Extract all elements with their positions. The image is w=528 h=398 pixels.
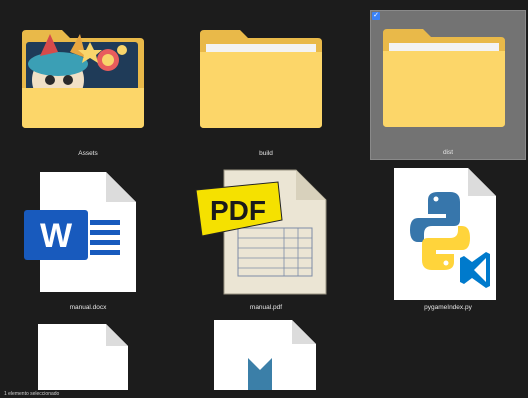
file-tile-blank[interactable] <box>10 322 166 392</box>
pdf-logo-text: PDF <box>210 195 266 226</box>
word-document-icon: W <box>24 172 136 292</box>
folder-icon <box>383 29 505 127</box>
file-tile-dist[interactable]: ✓ dist <box>370 10 526 160</box>
file-name: pygameIndex.py <box>424 304 472 311</box>
blank-file-icon <box>38 324 128 392</box>
file-name: build <box>259 150 273 157</box>
folder-icon <box>200 30 322 128</box>
file-name: manual.pdf <box>249 304 283 311</box>
pdf-document-icon: PDF <box>195 169 327 295</box>
file-tile-download[interactable] <box>188 318 344 392</box>
image-folder-icon <box>22 30 144 128</box>
status-text: 1 elemento seleccionado <box>4 391 60 397</box>
download-file-icon <box>214 320 316 392</box>
file-name: dist <box>442 149 454 156</box>
file-name: manual.docx <box>69 304 107 311</box>
file-tile-pygameindex-py[interactable]: pygameIndex.py <box>370 166 526 316</box>
file-tile-manual-docx[interactable]: W manual.docx <box>10 166 166 316</box>
file-name: Assets <box>78 150 98 157</box>
file-tile-build[interactable]: build <box>188 12 344 162</box>
file-tile-manual-pdf[interactable]: PDF manual.pdf <box>188 166 344 316</box>
python-file-icon <box>394 168 496 300</box>
file-tile-assets[interactable]: Assets <box>10 12 166 162</box>
status-bar: 1 elemento seleccionado <box>0 390 528 398</box>
word-logo-letter: W <box>40 217 73 255</box>
